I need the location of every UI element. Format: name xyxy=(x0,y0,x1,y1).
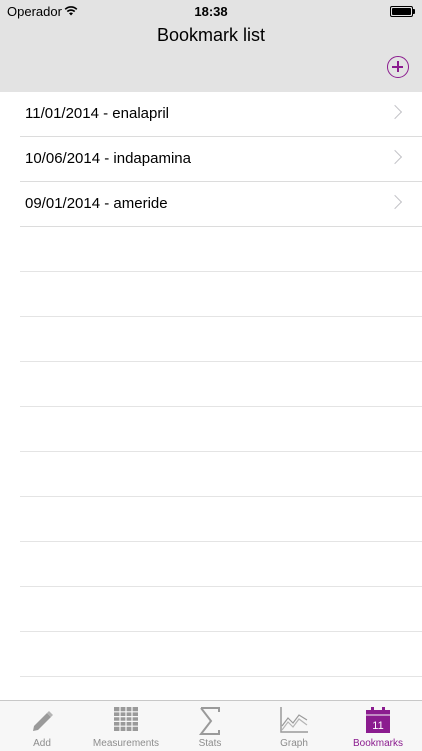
tab-label: Graph xyxy=(280,738,308,749)
tab-graph[interactable]: Graph xyxy=(252,701,336,751)
chevron-right-icon xyxy=(387,194,403,210)
empty-row xyxy=(20,407,422,452)
empty-row xyxy=(20,587,422,632)
tab-add[interactable]: Add xyxy=(0,701,84,751)
calendar-badge: 11 xyxy=(372,720,383,732)
clock: 18:38 xyxy=(194,4,228,19)
empty-row xyxy=(20,317,422,362)
empty-row xyxy=(20,542,422,587)
tab-label: Measurements xyxy=(92,738,160,749)
status-bar: Operador 18:38 xyxy=(0,0,422,22)
pencil-icon xyxy=(28,706,56,737)
graph-icon xyxy=(279,706,309,737)
sigma-icon xyxy=(197,706,223,739)
tab-stats[interactable]: Stats xyxy=(168,701,252,751)
tab-label: Add xyxy=(33,738,51,749)
bookmark-label: 09/01/2014 - ameride xyxy=(25,195,168,212)
chevron-right-icon xyxy=(387,149,403,165)
tab-bar: Add Measurements Stats Graph 11 Bookmark… xyxy=(0,700,422,751)
empty-row xyxy=(20,272,422,317)
tab-label: Stats xyxy=(198,738,222,749)
chevron-right-icon xyxy=(387,104,403,120)
empty-row xyxy=(20,227,422,272)
bookmark-label: 10/06/2014 - indapamina xyxy=(25,150,191,167)
bookmark-row[interactable]: 11/01/2014 - enalapril xyxy=(20,92,422,137)
page-title: Bookmark list xyxy=(156,25,266,45)
battery-icon xyxy=(390,6,415,17)
empty-row xyxy=(20,452,422,497)
bookmark-list: 11/01/2014 - enalapril 10/06/2014 - inda… xyxy=(0,92,422,677)
tab-bookmarks[interactable]: 11 Bookmarks xyxy=(336,701,420,751)
bookmark-row[interactable]: 09/01/2014 - ameride xyxy=(20,182,422,227)
bookmark-label: 11/01/2014 - enalapril xyxy=(25,105,169,122)
tab-measurements[interactable]: Measurements xyxy=(84,701,168,751)
header: Operador 18:38 Bookmark list xyxy=(0,0,422,92)
calendar-icon: 11 xyxy=(365,706,391,737)
empty-row xyxy=(20,497,422,542)
tab-label: Bookmarks xyxy=(352,738,403,749)
empty-row xyxy=(20,362,422,407)
bookmark-row[interactable]: 10/06/2014 - indapamina xyxy=(20,137,422,182)
add-bookmark-button[interactable] xyxy=(387,56,409,78)
grid-icon xyxy=(113,706,139,735)
empty-row xyxy=(20,632,422,677)
